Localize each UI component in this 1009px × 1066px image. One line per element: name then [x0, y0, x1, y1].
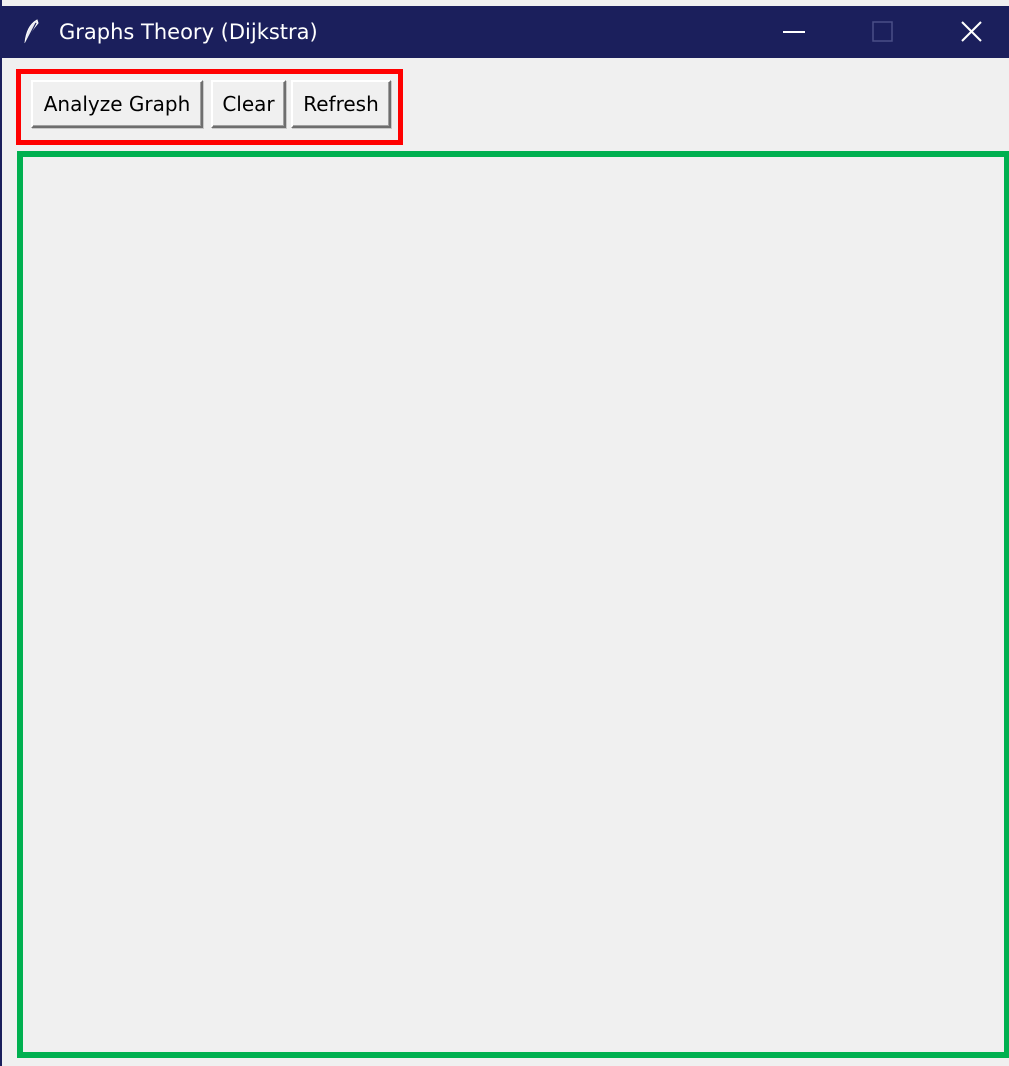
window-title: Graphs Theory (Dijkstra)	[59, 20, 318, 44]
maximize-button[interactable]	[853, 6, 913, 58]
minimize-icon	[783, 31, 805, 33]
analyze-graph-button[interactable]: Analyze Graph	[31, 80, 203, 128]
minimize-button[interactable]	[764, 6, 824, 58]
clear-button[interactable]: Clear	[211, 80, 286, 128]
feather-icon	[22, 19, 42, 45]
graph-canvas[interactable]	[17, 151, 1009, 1058]
app-window: Graphs Theory (Dijkstra) Analyze Graph C…	[0, 0, 1009, 1066]
close-icon	[961, 21, 982, 42]
maximize-icon	[872, 21, 893, 42]
close-button[interactable]	[942, 6, 1002, 58]
refresh-button[interactable]: Refresh	[291, 80, 391, 128]
title-bar[interactable]: Graphs Theory (Dijkstra)	[2, 6, 1009, 58]
